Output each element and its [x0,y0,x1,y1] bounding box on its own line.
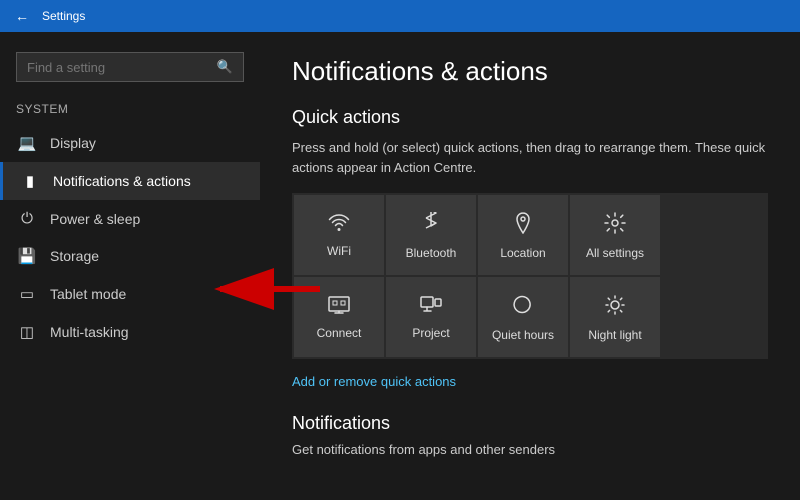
tile-all-settings-label: All settings [586,246,644,260]
sidebar-item-notifications[interactable]: ▮ Notifications & actions [0,162,260,200]
content-area: Notifications & actions Quick actions Pr… [260,32,800,500]
tile-bluetooth-label: Bluetooth [406,246,457,260]
storage-icon: 💾 [16,247,38,265]
sidebar-item-label-tablet: Tablet mode [50,286,126,302]
tile-location-label: Location [500,246,545,260]
project-icon [420,296,442,320]
tile-project[interactable]: Project [386,277,476,357]
sidebar-item-label-storage: Storage [50,248,99,264]
quick-actions-title: Quick actions [292,107,768,128]
multitasking-icon: ◫ [16,323,38,341]
sidebar-section-label: System [0,98,260,124]
sidebar-item-power[interactable]: ⏻ Power & sleep [0,200,260,237]
sidebar-item-storage[interactable]: 💾 Storage [0,237,260,275]
night-light-icon [604,294,626,322]
notifications-icon: ▮ [19,172,41,190]
tablet-icon: ▭ [16,285,38,303]
quick-actions-grid: WiFi Bluetooth [292,193,768,359]
sidebar-item-multitasking[interactable]: ◫ Multi-tasking [0,313,260,351]
sidebar: 🔍 System 💻 Display ▮ Notifications & act… [0,32,260,500]
display-icon: 💻 [16,134,38,152]
notifications-section-title: Notifications [292,413,768,434]
tile-all-settings[interactable]: All settings [570,195,660,275]
tile-wifi-label: WiFi [327,244,351,258]
titlebar: ← Settings [0,0,800,32]
search-box-wrap: 🔍 [0,44,260,98]
sidebar-item-tablet[interactable]: ▭ Tablet mode [0,275,260,313]
sidebar-item-label-power: Power & sleep [50,211,140,227]
tile-quiet-hours[interactable]: Quiet hours [478,277,568,357]
quiet-hours-icon [512,294,534,322]
tile-bluetooth[interactable]: Bluetooth [386,195,476,275]
search-icon: 🔍 [217,59,233,75]
tile-night-light[interactable]: Night light [570,277,660,357]
location-icon [514,212,532,240]
wifi-icon [328,214,350,238]
sidebar-item-label-multitasking: Multi-tasking [50,324,129,340]
quick-actions-desc: Press and hold (or select) quick actions… [292,138,768,177]
all-settings-icon [604,212,626,240]
notifications-section-desc: Get notifications from apps and other se… [292,442,768,457]
titlebar-title: Settings [42,9,85,23]
main-layout: 🔍 System 💻 Display ▮ Notifications & act… [0,32,800,500]
back-button[interactable]: ← [12,6,32,26]
tile-wifi[interactable]: WiFi [294,195,384,275]
tile-project-label: Project [412,326,449,340]
search-box[interactable]: 🔍 [16,52,244,82]
add-remove-link[interactable]: Add or remove quick actions [292,374,456,389]
tile-connect-label: Connect [317,326,362,340]
power-icon: ⏻ [16,210,38,227]
sidebar-item-label-notifications: Notifications & actions [53,173,191,189]
tile-night-light-label: Night light [588,328,641,342]
tile-location[interactable]: Location [478,195,568,275]
page-title: Notifications & actions [292,56,768,87]
sidebar-item-label-display: Display [50,135,96,151]
bluetooth-icon [423,212,439,240]
search-input[interactable] [27,60,217,75]
sidebar-item-display[interactable]: 💻 Display [0,124,260,162]
tile-connect[interactable]: Connect [294,277,384,357]
tile-quiet-hours-label: Quiet hours [492,328,554,342]
connect-icon [328,296,350,320]
